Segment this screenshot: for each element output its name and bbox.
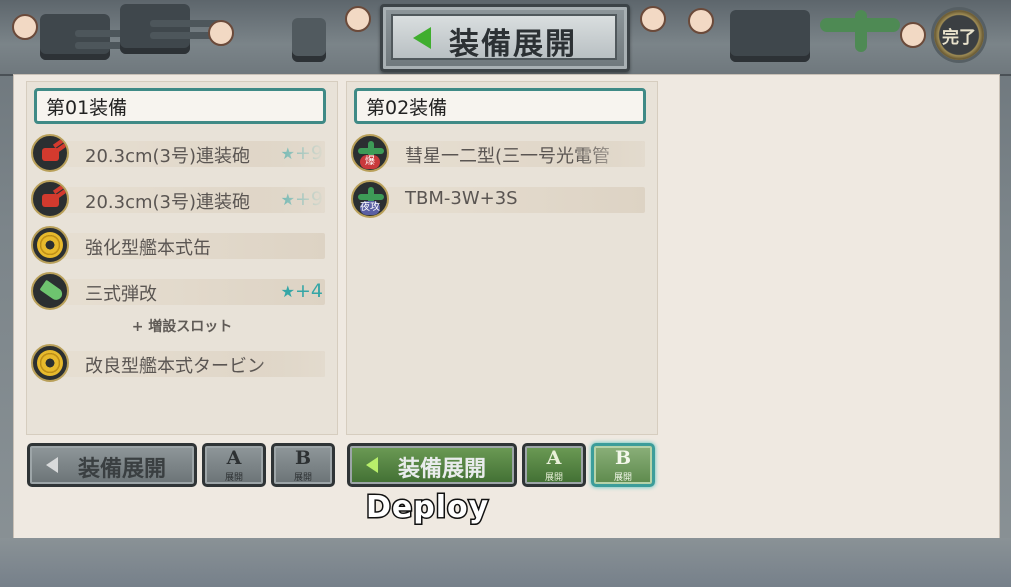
title-inner: 装備展開 — [391, 14, 617, 62]
equipment-name: 20.3cm(3号)連装砲 — [85, 146, 251, 167]
equipment-set-1: 第01装備 20.3cm(3号)連装砲 ★+9 20.3cm(3号)連装砲 ★+… — [26, 81, 338, 435]
deploy-label: 装備展開 — [78, 456, 167, 482]
improvement-level: ★+9 — [281, 142, 323, 164]
a-letter: A — [226, 447, 242, 469]
deploy-label: 装備展開 — [398, 456, 487, 482]
night-attack-badge: 夜攻 — [360, 201, 380, 215]
chibi-character-illustration — [640, 6, 666, 32]
set-2-title: 第02装備 — [354, 88, 646, 124]
set-2-b-button[interactable]: B 展開 — [591, 443, 655, 487]
chibi-character-illustration — [688, 8, 714, 34]
improvement-value: +9 — [294, 142, 323, 164]
chibi-character-illustration — [12, 14, 38, 40]
back-arrow-icon — [413, 27, 431, 49]
done-label: 完了 — [942, 28, 976, 48]
equipment-slot[interactable]: 三式弾改 ★+4 — [31, 272, 325, 312]
equipment-slot-bar: 改良型艦本式タービン — [57, 351, 325, 377]
equipment-slot[interactable]: 強化型艦本式缶 — [31, 226, 325, 266]
shell-green-icon — [31, 272, 69, 310]
set-1-title-text: 第01装備 — [46, 97, 128, 119]
equipment-slot-bar: TBM-3W+3S — [377, 187, 645, 213]
equipment-slot-bar: 彗星一二型(三一号光電管 — [377, 141, 645, 167]
improvement-value: +9 — [294, 188, 323, 210]
set-2-a-button[interactable]: A 展開 — [522, 443, 586, 487]
turret-illustration — [120, 4, 190, 54]
mast-illustration — [292, 18, 326, 62]
improvement-level: ★+9 — [281, 188, 323, 210]
deploy-caption: Deploy — [364, 489, 490, 527]
a-sub-label: 展開 — [224, 473, 243, 483]
equipment-name: 20.3cm(3号)連装砲 — [85, 192, 251, 213]
equipment-slot-bar: 強化型艦本式缶 — [57, 233, 325, 259]
a-sub-label: 展開 — [544, 473, 563, 483]
set-1-a-button[interactable]: A 展開 — [202, 443, 266, 487]
equipment-name: TBM-3W+3S — [405, 188, 518, 209]
equipment-slot[interactable]: 20.3cm(3号)連装砲 ★+9 — [31, 180, 325, 220]
improvement-value: +4 — [294, 280, 323, 302]
b-letter: B — [614, 447, 632, 469]
equipment-name: 強化型艦本式缶 — [85, 238, 211, 259]
equipment-name: 彗星一二型(三一号光電管 — [405, 146, 611, 167]
arrow-left-icon — [46, 457, 58, 473]
boiler-gear-icon — [31, 226, 69, 264]
turret-illustration — [40, 14, 110, 60]
equipment-slot-bar: 20.3cm(3号)連装砲 ★+9 — [57, 187, 325, 213]
gun-red-icon — [31, 180, 69, 218]
main-panel: 第01装備 20.3cm(3号)連装砲 ★+9 20.3cm(3号)連装砲 ★+… — [13, 74, 1000, 540]
set-1-b-button[interactable]: B 展開 — [271, 443, 335, 487]
bomber-badge: 爆 — [360, 155, 380, 169]
page-title: 装備展開 — [449, 27, 577, 62]
star-icon: ★ — [280, 190, 295, 209]
expansion-slot-label: + 増設スロット — [131, 319, 233, 335]
bottom-background — [0, 538, 1011, 587]
set-1-deploy-button[interactable]: 装備展開 — [27, 443, 197, 487]
turret-illustration — [730, 10, 810, 62]
set-2-title-text: 第02装備 — [366, 97, 448, 119]
expansion-slot[interactable]: 改良型艦本式タービン — [31, 344, 325, 384]
chibi-character-illustration — [208, 20, 234, 46]
chibi-character-illustration — [900, 22, 926, 48]
arrow-left-icon — [366, 457, 378, 473]
aircraft-illustration — [855, 10, 867, 52]
title-plate: 装備展開 — [380, 4, 630, 72]
equipment-set-2: 第02装備 彗星一二型(三一号光電管 爆 TBM-3W+3S 夜攻 — [346, 81, 658, 435]
gun-red-icon — [31, 134, 69, 172]
chibi-character-illustration — [345, 6, 371, 32]
equipment-name: 三式弾改 — [85, 284, 157, 305]
a-letter: A — [546, 447, 562, 469]
b-letter: B — [294, 447, 312, 469]
equipment-slot[interactable]: 彗星一二型(三一号光電管 爆 — [351, 134, 645, 174]
set-2-deploy-button[interactable]: 装備展開 — [347, 443, 517, 487]
equipment-slot[interactable]: 20.3cm(3号)連装砲 ★+9 — [31, 134, 325, 174]
done-button[interactable]: 完了 — [934, 10, 984, 60]
dive-bomber-icon: 爆 — [351, 134, 389, 172]
star-icon: ★ — [280, 144, 295, 163]
night-plane-icon: 夜攻 — [351, 180, 389, 218]
equipment-name: 改良型艦本式タービン — [85, 356, 265, 377]
equipment-slot-bar: 三式弾改 ★+4 — [57, 279, 325, 305]
set-1-title: 第01装備 — [34, 88, 326, 124]
b-sub-label: 展開 — [293, 473, 312, 483]
b-sub-label: 展開 — [613, 473, 632, 483]
turbine-gear-icon — [31, 344, 69, 382]
star-icon: ★ — [280, 282, 295, 301]
improvement-level: ★+4 — [281, 280, 323, 302]
equipment-slot-bar: 20.3cm(3号)連装砲 ★+9 — [57, 141, 325, 167]
header-bar: 装備展開 完了 — [0, 0, 1011, 76]
equipment-slot[interactable]: TBM-3W+3S 夜攻 — [351, 180, 645, 220]
